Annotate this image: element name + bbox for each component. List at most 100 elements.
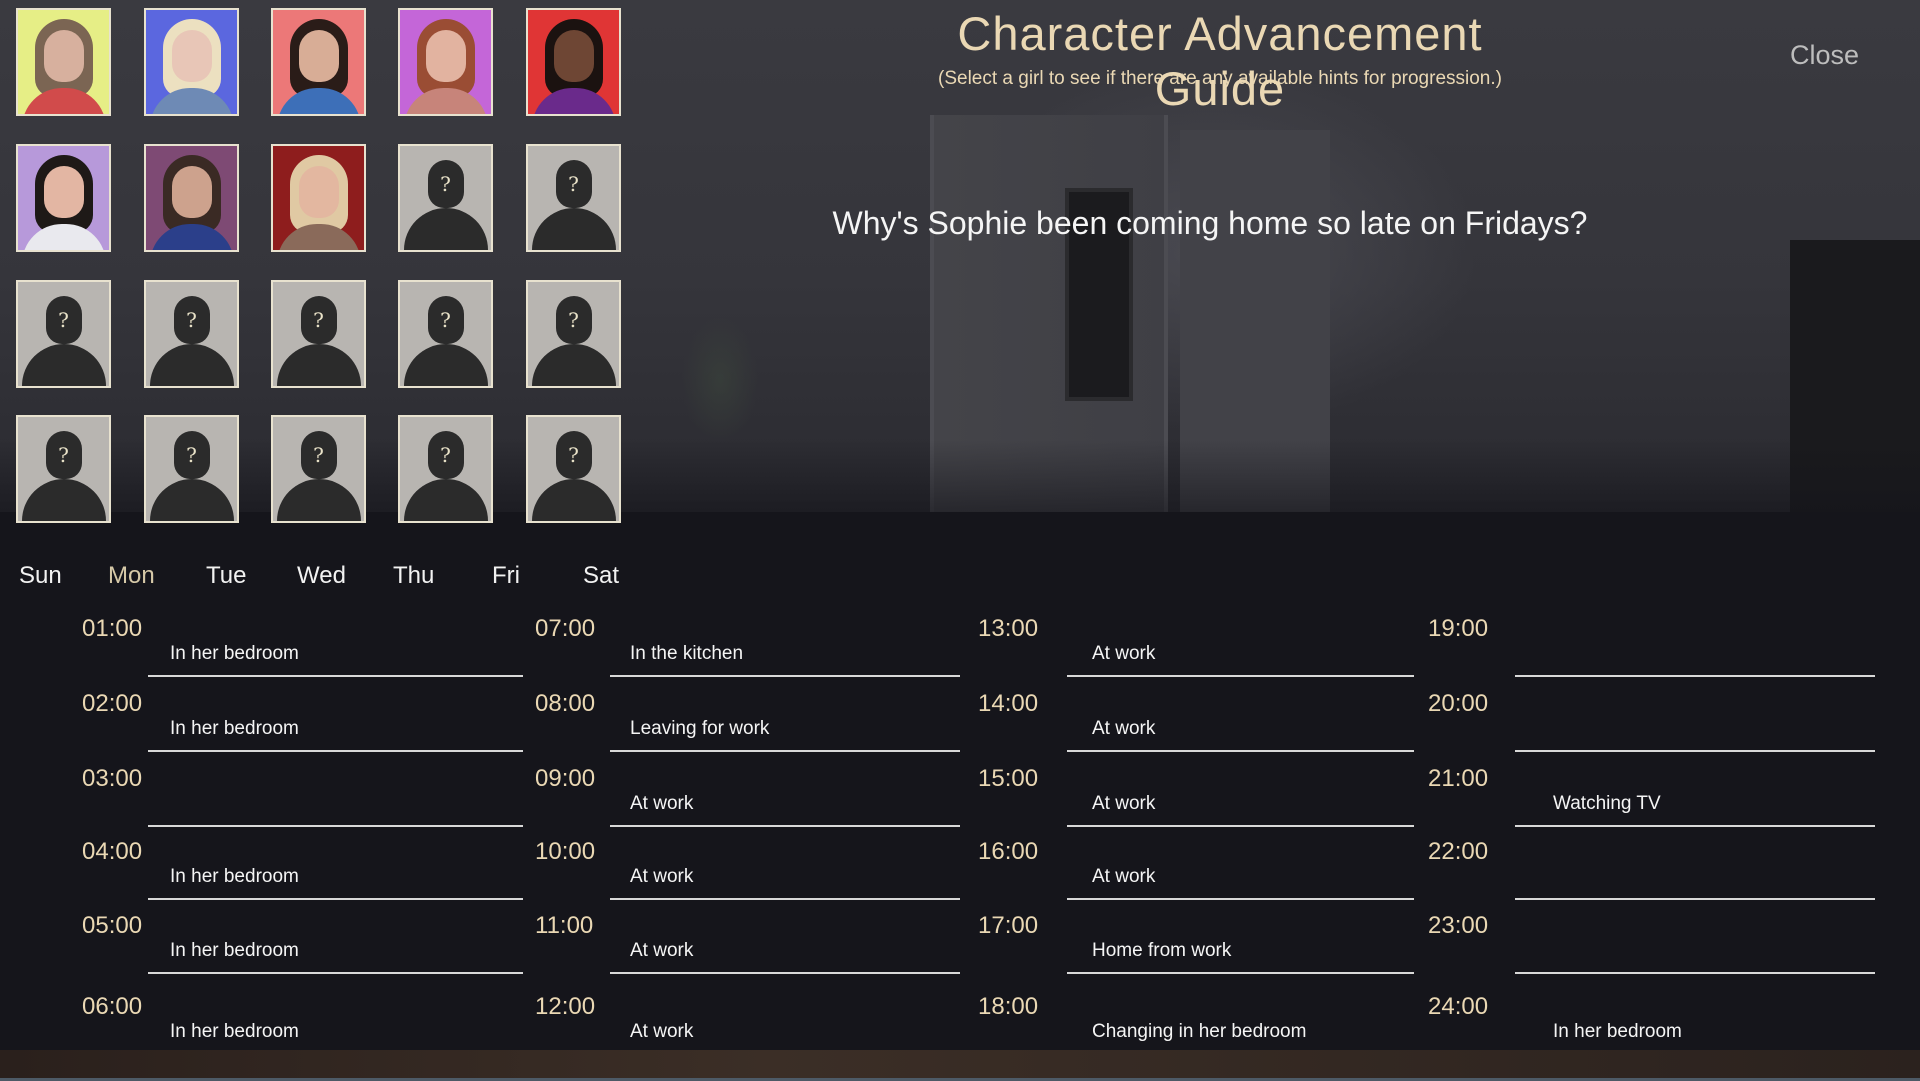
day-tab-sun[interactable]: Sun: [19, 562, 62, 590]
schedule-slot: At work: [1067, 706, 1414, 752]
silhouette-body-icon: [403, 344, 488, 386]
schedule-slot: In the kitchen: [610, 631, 960, 677]
time-label: 04:00: [82, 838, 143, 865]
day-tab-thu[interactable]: Thu: [393, 562, 434, 590]
activity-text: In her bedroom: [1553, 1021, 1682, 1042]
time-label: 01:00: [82, 615, 143, 642]
character-portrait-6[interactable]: [16, 144, 111, 252]
portrait-face: [425, 30, 466, 82]
schedule-slot: [1515, 928, 1875, 974]
time-label: 02:00: [82, 690, 143, 717]
day-tab-wed[interactable]: Wed: [297, 562, 346, 590]
question-mark-icon: ?: [568, 308, 579, 332]
locked-portrait-12[interactable]: ?: [144, 280, 239, 388]
schedule-slot: [1515, 631, 1875, 677]
activity-text: At work: [1092, 866, 1156, 887]
schedule-slot: [148, 781, 523, 827]
activity-text: Watching TV: [1553, 793, 1661, 814]
locked-portrait-20[interactable]: ?: [526, 415, 621, 523]
portrait-shoulders: [276, 88, 361, 114]
character-portrait-8[interactable]: [271, 144, 366, 252]
portrait-shoulders: [149, 224, 234, 250]
schedule-slot: At work: [1067, 854, 1414, 900]
time-label: 13:00: [978, 615, 1039, 642]
schedule-slot: At work: [610, 781, 960, 827]
locked-portrait-18[interactable]: ?: [271, 415, 366, 523]
schedule-slot: Watching TV: [1515, 781, 1875, 827]
locked-portrait-10[interactable]: ?: [526, 144, 621, 252]
time-label: 17:00: [978, 912, 1039, 939]
character-portrait-2[interactable]: [144, 8, 239, 116]
silhouette-body-icon: [531, 479, 616, 521]
portrait-face: [298, 166, 339, 218]
day-tab-fri[interactable]: Fri: [492, 562, 520, 590]
character-portrait-1[interactable]: [16, 8, 111, 116]
question-mark-icon: ?: [568, 443, 579, 467]
portrait-shoulders: [276, 224, 361, 250]
silhouette-body-icon: [531, 208, 616, 250]
activity-text: At work: [1092, 718, 1156, 739]
locked-portrait-11[interactable]: ?: [16, 280, 111, 388]
silhouette-body-icon: [276, 479, 361, 521]
question-mark-icon: ?: [58, 443, 69, 467]
silhouette-body-icon: [276, 344, 361, 386]
activity-text: At work: [630, 793, 694, 814]
activity-text: In the kitchen: [630, 643, 744, 664]
activity-text: At work: [630, 1021, 694, 1042]
schedule-slot: In her bedroom: [148, 928, 523, 974]
portrait-shoulders: [403, 88, 488, 114]
silhouette-body-icon: [403, 479, 488, 521]
locked-portrait-17[interactable]: ?: [144, 415, 239, 523]
portrait-face: [553, 30, 594, 82]
schedule-slot: [1515, 854, 1875, 900]
portrait-shoulders: [21, 88, 106, 114]
portrait-shoulders: [149, 88, 234, 114]
locked-portrait-15[interactable]: ?: [526, 280, 621, 388]
time-label: 23:00: [1428, 912, 1489, 939]
time-label: 18:00: [978, 993, 1039, 1020]
day-tab-tue[interactable]: Tue: [206, 562, 246, 590]
silhouette-body-icon: [149, 344, 234, 386]
locked-portrait-9[interactable]: ?: [398, 144, 493, 252]
day-tab-mon[interactable]: Mon: [108, 562, 155, 590]
activity-text: In her bedroom: [170, 643, 299, 664]
schedule-slot: Leaving for work: [610, 706, 960, 752]
time-label: 09:00: [535, 765, 596, 792]
time-label: 21:00: [1428, 765, 1489, 792]
portrait-face: [298, 30, 339, 82]
portrait-face: [43, 30, 84, 82]
character-portrait-5[interactable]: [526, 8, 621, 116]
question-mark-icon: ?: [186, 443, 197, 467]
close-button[interactable]: Close: [1790, 40, 1859, 71]
locked-portrait-14[interactable]: ?: [398, 280, 493, 388]
time-label: 11:00: [535, 912, 594, 939]
activity-text: At work: [630, 866, 694, 887]
schedule-slot: In her bedroom: [148, 1009, 523, 1055]
page-subtitle: (Select a girl to see if there are any a…: [938, 68, 1502, 89]
schedule-slot: In her bedroom: [1515, 1009, 1875, 1055]
schedule-slot: At work: [610, 1009, 960, 1055]
time-label: 10:00: [535, 838, 596, 865]
activity-text: At work: [1092, 643, 1156, 664]
time-label: 12:00: [535, 993, 596, 1020]
portrait-face: [43, 166, 84, 218]
portrait-shoulders: [531, 88, 616, 114]
question-mark-icon: ?: [313, 308, 324, 332]
locked-portrait-16[interactable]: ?: [16, 415, 111, 523]
day-tab-sat[interactable]: Sat: [583, 562, 619, 590]
schedule-slot: Changing in her bedroom: [1067, 1009, 1414, 1055]
character-portrait-3[interactable]: [271, 8, 366, 116]
silhouette-body-icon: [403, 208, 488, 250]
locked-portrait-19[interactable]: ?: [398, 415, 493, 523]
activity-text: In her bedroom: [170, 940, 299, 961]
character-portrait-4[interactable]: [398, 8, 493, 116]
portrait-face: [171, 30, 212, 82]
portrait-face: [171, 166, 212, 218]
time-label: 06:00: [82, 993, 143, 1020]
character-portrait-7[interactable]: [144, 144, 239, 252]
time-label: 24:00: [1428, 993, 1489, 1020]
locked-portrait-13[interactable]: ?: [271, 280, 366, 388]
question-mark-icon: ?: [568, 172, 579, 196]
silhouette-body-icon: [21, 344, 106, 386]
time-label: 05:00: [82, 912, 143, 939]
